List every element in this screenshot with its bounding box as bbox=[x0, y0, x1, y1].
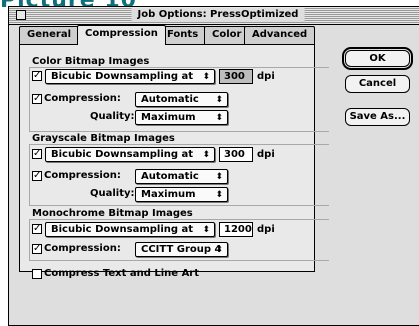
monochrome-compression-popup[interactable]: CCITT Group 4 ⬍ bbox=[135, 242, 228, 257]
monochrome-dpi-label: dpi bbox=[257, 224, 275, 235]
monochrome-resolution-field[interactable]: 1200 bbox=[219, 222, 253, 237]
grayscale-quality-value: Maximum bbox=[141, 189, 196, 200]
color-resolution-value: 300 bbox=[224, 71, 245, 82]
cancel-button[interactable]: Cancel bbox=[345, 75, 410, 93]
color-downsample-popup[interactable]: Bicubic Downsampling at ⬍ bbox=[45, 69, 215, 84]
color-downsample-checkbox[interactable]: ✓ bbox=[32, 71, 42, 81]
monochrome-downsample-checkbox[interactable]: ✓ bbox=[32, 224, 42, 234]
save-as-button[interactable]: Save As... bbox=[345, 108, 410, 126]
tab-general[interactable]: General bbox=[19, 26, 79, 44]
grayscale-resolution-value: 300 bbox=[224, 149, 245, 160]
compress-text-label: Compress Text and Line Art bbox=[44, 268, 200, 279]
monochrome-compression-value: CCITT Group 4 bbox=[141, 244, 222, 255]
popup-arrow-icon: ⬍ bbox=[215, 172, 223, 182]
tab-color[interactable]: Color bbox=[204, 26, 250, 44]
grayscale-downsample-popup[interactable]: Bicubic Downsampling at ⬍ bbox=[45, 147, 215, 162]
color-compression-popup[interactable]: Automatic ⬍ bbox=[135, 92, 228, 107]
tab-advanced[interactable]: Advanced bbox=[244, 26, 316, 44]
grayscale-compression-popup[interactable]: Automatic ⬍ bbox=[135, 169, 228, 184]
grayscale-compression-value: Automatic bbox=[141, 171, 199, 182]
popup-arrow-icon: ⬍ bbox=[202, 150, 210, 160]
color-compression-label: Compression: bbox=[44, 93, 121, 104]
popup-arrow-icon: ⬍ bbox=[202, 72, 210, 82]
color-downsample-value: Bicubic Downsampling at bbox=[51, 71, 194, 82]
ok-button[interactable]: OK bbox=[342, 47, 413, 70]
color-quality-value: Maximum bbox=[141, 112, 196, 123]
grayscale-downsample-value: Bicubic Downsampling at bbox=[51, 149, 194, 160]
popup-arrow-icon: ⬍ bbox=[215, 245, 223, 255]
color-quality-label: Quality: bbox=[90, 111, 135, 122]
grayscale-compression-label: Compression: bbox=[44, 170, 121, 181]
popup-arrow-icon: ⬍ bbox=[215, 95, 223, 105]
color-dpi-label: dpi bbox=[257, 71, 275, 82]
title-bar[interactable]: Job Options: PressOptimized bbox=[9, 7, 419, 25]
grayscale-quality-popup[interactable]: Maximum ⬍ bbox=[135, 187, 228, 202]
color-quality-popup[interactable]: Maximum ⬍ bbox=[135, 110, 228, 125]
grayscale-quality-label: Quality: bbox=[90, 188, 135, 199]
grayscale-downsample-checkbox[interactable]: ✓ bbox=[32, 149, 42, 159]
tab-compression[interactable]: Compression bbox=[77, 25, 166, 45]
tab-fonts[interactable]: Fonts bbox=[159, 26, 207, 44]
monochrome-downsample-value: Bicubic Downsampling at bbox=[51, 224, 194, 235]
grayscale-dpi-label: dpi bbox=[257, 149, 275, 160]
compress-text-checkbox[interactable] bbox=[32, 269, 42, 279]
color-compression-value: Automatic bbox=[141, 94, 199, 105]
monochrome-compression-label: Compression: bbox=[44, 243, 121, 254]
popup-arrow-icon: ⬍ bbox=[215, 190, 223, 200]
popup-arrow-icon: ⬍ bbox=[215, 113, 223, 123]
window-title: Job Options: PressOptimized bbox=[131, 8, 305, 22]
popup-arrow-icon: ⬍ bbox=[202, 225, 210, 235]
monochrome-downsample-popup[interactable]: Bicubic Downsampling at ⬍ bbox=[45, 222, 215, 237]
grayscale-compression-checkbox[interactable]: ✓ bbox=[32, 171, 42, 181]
grayscale-resolution-field[interactable]: 300 bbox=[219, 147, 253, 162]
color-compression-checkbox[interactable]: ✓ bbox=[32, 94, 42, 104]
close-box-icon[interactable] bbox=[16, 10, 26, 20]
color-resolution-field[interactable]: 300 bbox=[219, 69, 253, 84]
monochrome-compression-checkbox[interactable]: ✓ bbox=[32, 244, 42, 254]
monochrome-resolution-value: 1200 bbox=[224, 224, 252, 235]
